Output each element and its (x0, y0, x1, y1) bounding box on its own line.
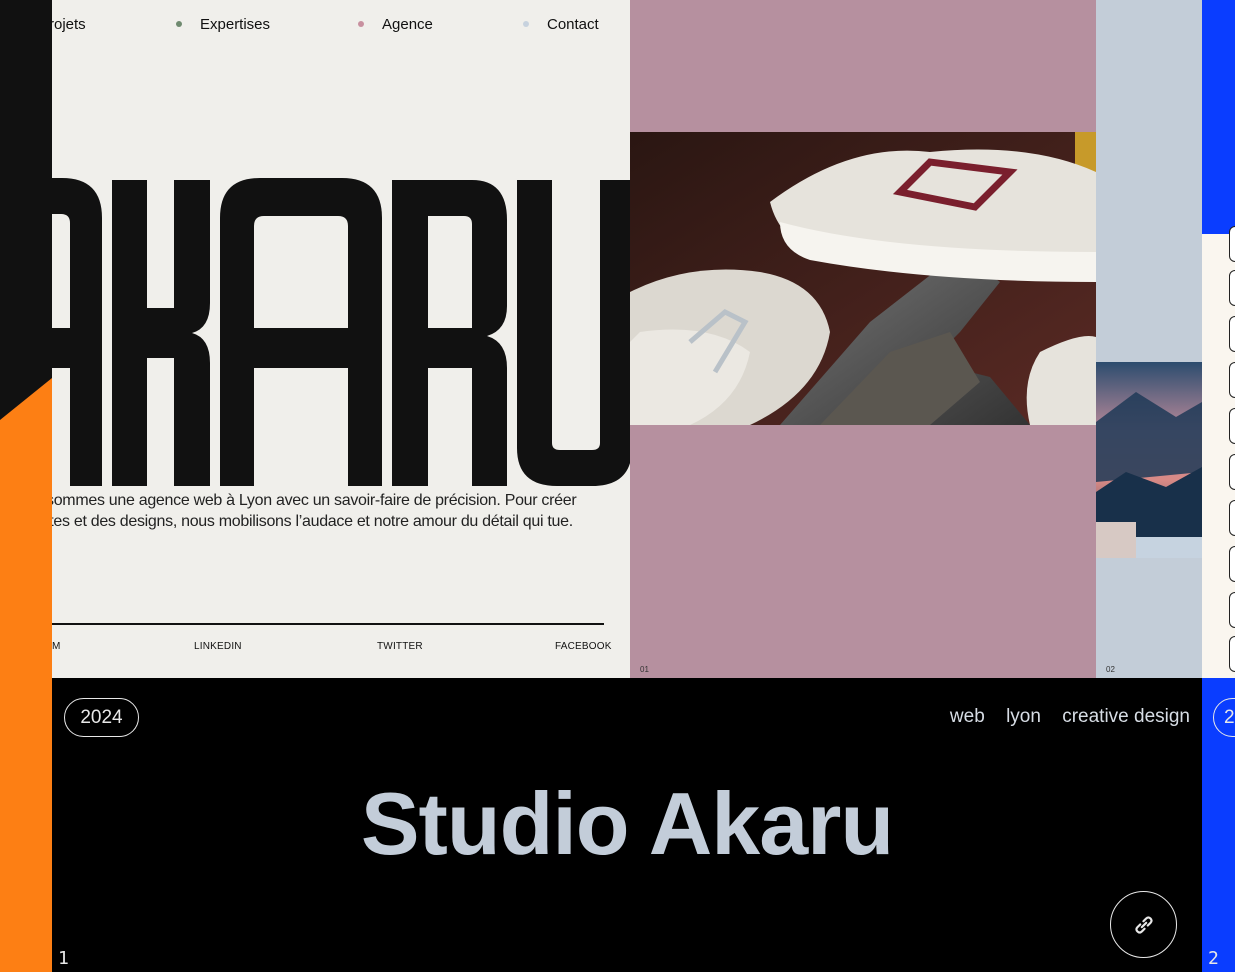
project-title: Studio Akaru (360, 774, 894, 873)
panel-number: 01 (640, 665, 649, 674)
list-box (1229, 270, 1235, 306)
tagline-line: ites et des designs, nous mobilisons l’a… (52, 513, 573, 530)
nav-item-label: Expertises (200, 16, 271, 33)
project-caption: 2024 web lyon creative design Studio Aka… (52, 678, 1202, 972)
social-facebook: FACEBOOK (555, 641, 612, 652)
previous-slide-peek[interactable] (0, 0, 52, 972)
list-box (1229, 500, 1235, 536)
akaru-logo (52, 178, 630, 486)
nav-item-expertises: Expertises (176, 16, 270, 33)
project-preview[interactable]: rojets Expertises Agence Contact sommes … (52, 0, 1202, 678)
nav-item-label: rojets (52, 16, 86, 33)
nav-item-label: Agence (382, 16, 433, 33)
list-box (1229, 636, 1235, 672)
website-screenshot: rojets Expertises Agence Contact sommes … (52, 0, 630, 678)
divider (52, 623, 604, 625)
slide-index-next: 2 (1208, 948, 1219, 969)
social-twitter: TWITTER (377, 641, 423, 652)
list-box (1229, 546, 1235, 582)
list-box (1229, 454, 1235, 490)
site-nav: rojets Expertises Agence Contact (52, 16, 630, 36)
gallery-stage: rojets Expertises Agence Contact sommes … (0, 0, 1235, 972)
dot-icon (358, 21, 364, 28)
nav-item-projets: rojets (52, 16, 86, 33)
orange-shape (0, 378, 52, 972)
project-link-button[interactable] (1110, 891, 1177, 958)
social-linkedin: LINKEDIN (194, 641, 242, 652)
next-slide-peek[interactable]: 2 2 (1202, 0, 1235, 972)
dot-icon (523, 21, 529, 28)
social-instagram: M (52, 641, 61, 652)
list-box (1229, 226, 1235, 262)
list-box (1229, 592, 1235, 628)
agency-tagline: sommes une agence web à Lyon avec un sav… (52, 490, 626, 532)
year-badge: 2024 (64, 698, 139, 737)
panel-number: 02 (1106, 665, 1115, 674)
link-icon (1134, 915, 1153, 934)
year-badge-next: 2 (1213, 698, 1235, 737)
slide-index: 1 (58, 948, 69, 969)
list-box (1229, 362, 1235, 398)
sneaker-photo (630, 132, 1096, 425)
mountain-photo (1096, 362, 1202, 558)
dot-icon (176, 21, 182, 28)
tag-lyon: lyon (1006, 706, 1041, 727)
sneaker-panel: 01 (630, 0, 1096, 678)
nav-item-contact: Contact (523, 16, 599, 33)
nav-item-label: Contact (547, 16, 599, 33)
list-box (1229, 408, 1235, 444)
project-tags: web lyon creative design (934, 706, 1190, 728)
nav-item-agence: Agence (358, 16, 433, 33)
mountain-panel: 02 (1096, 0, 1202, 678)
tag-web: web (949, 706, 985, 727)
tagline-line: sommes une agence web à Lyon avec un sav… (52, 492, 577, 509)
tag-creative-design: creative design (1062, 706, 1190, 727)
list-box (1229, 316, 1235, 352)
